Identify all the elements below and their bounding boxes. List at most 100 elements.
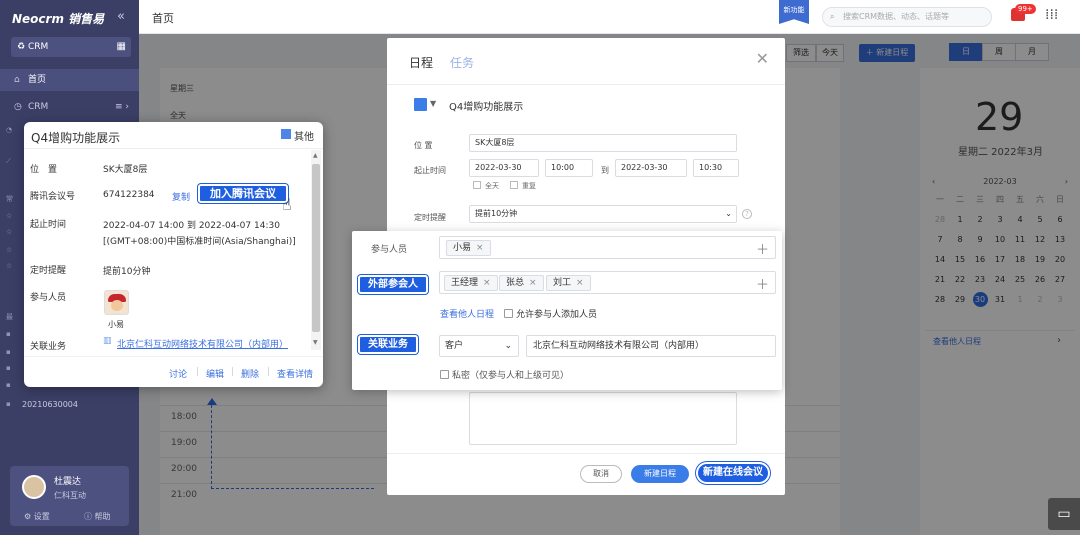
repeat-checkbox[interactable]: 重复 (510, 181, 536, 191)
grid-icon: ▪ (6, 400, 11, 408)
settings-button[interactable]: ⚙ 设置 (24, 511, 50, 522)
delete-link[interactable]: 删除 (241, 367, 259, 380)
caret-down-icon[interactable]: ▼ (430, 99, 436, 108)
private-checkbox[interactable]: 私密（仅参与人和上级可见） (440, 368, 569, 381)
plus-icon[interactable]: ＋ (756, 239, 769, 258)
crm-label: CRM (27, 42, 49, 52)
join-tencent-meeting-button[interactable]: 加入腾讯会议 (198, 184, 288, 203)
star-icon: ☆ (6, 246, 13, 254)
separator: | (196, 367, 200, 377)
related-type-value: 客户 (445, 341, 464, 351)
start-time-input[interactable]: 10:00 (545, 159, 593, 177)
close-icon[interactable]: × (529, 278, 537, 288)
menu-lines-icon: ≡ › (114, 102, 129, 112)
settings-label: 设置 (33, 512, 50, 521)
subject-field[interactable]: Q4增购功能展示 (449, 98, 523, 113)
plus-icon[interactable]: ＋ (756, 274, 769, 293)
scroll-up-icon[interactable]: ▲ (313, 152, 318, 159)
participants-input[interactable]: 小易 × ＋ (439, 236, 776, 259)
calendar-color-swatch (281, 129, 291, 139)
all-day-label: 全天 (485, 182, 499, 190)
tab-schedule[interactable]: 日程 (409, 54, 433, 71)
related-company-input[interactable]: 北京仁科互动网络技术有限公司（内部用） (526, 335, 776, 357)
participants-panel: 参与人员 小易 × ＋ 外部参会人 王经理 × 张总 × 刘工 × ＋ 查看他人日程 允… (352, 231, 782, 390)
external-participants-input[interactable]: 王经理 × 张总 × 刘工 × ＋ (439, 271, 776, 294)
view-others-schedule-link[interactable]: 查看他人日程 (440, 307, 494, 320)
divider (387, 84, 785, 85)
participant-tag[interactable]: 王经理 × (444, 275, 498, 291)
location-input[interactable]: SK大厦8层 (469, 134, 737, 152)
crm-switcher[interactable]: ♻ CRM ▦ (11, 37, 131, 57)
participants-label: 参与人员 (371, 245, 408, 255)
edit-link[interactable]: 编辑 (206, 367, 224, 380)
grid-icon: ▪ (6, 364, 11, 372)
checkbox-icon (440, 370, 449, 379)
participants-label: 参与人员 (30, 293, 67, 303)
view-details-link[interactable]: 查看详情 (277, 367, 313, 380)
description-textarea[interactable] (469, 392, 737, 445)
color-picker[interactable] (414, 98, 427, 111)
related-type-select[interactable]: 客户 ⌄ (439, 335, 519, 357)
tab-task[interactable]: 任务 (450, 54, 474, 71)
close-icon[interactable]: × (476, 243, 484, 253)
chat-icon[interactable]: ▭ (1048, 498, 1080, 530)
participant-tag[interactable]: 张总 × (499, 275, 544, 291)
avatar[interactable] (104, 290, 129, 315)
user-name: 杜震达 (54, 477, 82, 487)
location-value: SK大厦8层 (103, 165, 148, 175)
related-company-link[interactable]: 北京仁科互动网络技术有限公司（内部用） (117, 337, 288, 350)
cancel-button[interactable]: 取消 (580, 465, 622, 483)
pointer-cursor-icon: ☝ (282, 195, 292, 214)
sidebar-section-marker: 常 (6, 195, 13, 203)
close-icon[interactable]: × (576, 278, 584, 288)
sidebar-section-marker: 最 (6, 313, 13, 321)
tag-label: 张总 (506, 278, 525, 288)
discuss-link[interactable]: 讨论 (169, 367, 187, 380)
new-online-meeting-button[interactable]: 新建在线会议 (696, 462, 770, 484)
search-icon: ⌕ (830, 12, 835, 21)
help-icon[interactable]: ? (742, 209, 752, 219)
participant-name: 小易 (108, 320, 124, 329)
sidebar-item-icon: ◔ (6, 126, 13, 134)
apps-grid-icon[interactable]: ⁞⁞⁞ (1045, 7, 1058, 23)
copy-button[interactable]: 复制 (172, 190, 190, 203)
recent-item[interactable]: 20210630004 (22, 400, 78, 409)
new-schedule-submit-button[interactable]: 新建日程 (631, 465, 689, 483)
close-icon[interactable]: ✕ (756, 49, 769, 68)
close-icon[interactable]: × (483, 278, 491, 288)
participant-tag[interactable]: 刘工 × (546, 275, 591, 291)
reminder-value: 提前10分钟 (475, 209, 518, 218)
allow-add-checkbox[interactable]: 允许参与人添加人员 (504, 307, 597, 320)
allow-add-label: 允许参与人添加人员 (516, 310, 598, 320)
grid-icon[interactable]: ▦ (117, 37, 126, 57)
scroll-down-icon[interactable]: ▼ (313, 339, 318, 346)
sidebar-item-home[interactable]: ⌂ 首页 (0, 69, 139, 91)
top-bar: 首页 新功能 ⌕ 搜索CRM数据、动态、话题等 99+ ⁞⁞⁞ (139, 0, 1080, 34)
chevron-down-icon: ⌄ (504, 341, 512, 351)
scrollbar-thumb[interactable] (312, 164, 320, 332)
checkbox-icon (473, 181, 481, 189)
sidebar-item-crm[interactable]: ◷ CRM ≡ › (0, 96, 139, 118)
end-date-input[interactable]: 2022-03-30 (615, 159, 687, 177)
card-title: Q4增购功能展示 (31, 131, 121, 145)
avatar[interactable] (22, 475, 46, 499)
location-label: 位 置 (414, 141, 433, 150)
location-label: 位 置 (30, 165, 58, 175)
start-date-input[interactable]: 2022-03-30 (469, 159, 539, 177)
search-input[interactable]: ⌕ 搜索CRM数据、动态、话题等 (822, 7, 992, 27)
time-value: 2022-04-07 14:00 到 2022-04-07 14:30 (103, 221, 280, 231)
reminder-select[interactable]: 提前10分钟 ⌄ (469, 205, 737, 223)
collapse-sidebar-icon[interactable]: « (117, 9, 125, 24)
chevron-down-icon: ⌄ (725, 209, 732, 218)
checkbox-icon (504, 309, 513, 318)
participant-tag[interactable]: 小易 × (446, 240, 491, 256)
new-feature-badge[interactable]: 新功能 (779, 0, 809, 24)
all-day-checkbox[interactable]: 全天 (473, 181, 499, 191)
tag-label: 刘工 (553, 278, 572, 288)
help-button[interactable]: ⓘ 帮助 (84, 511, 111, 522)
divider (387, 453, 785, 454)
grid-icon: ▪ (6, 348, 11, 356)
end-time-input[interactable]: 10:30 (693, 159, 739, 177)
star-icon: ☆ (6, 262, 13, 270)
star-icon: ☆ (6, 228, 13, 236)
